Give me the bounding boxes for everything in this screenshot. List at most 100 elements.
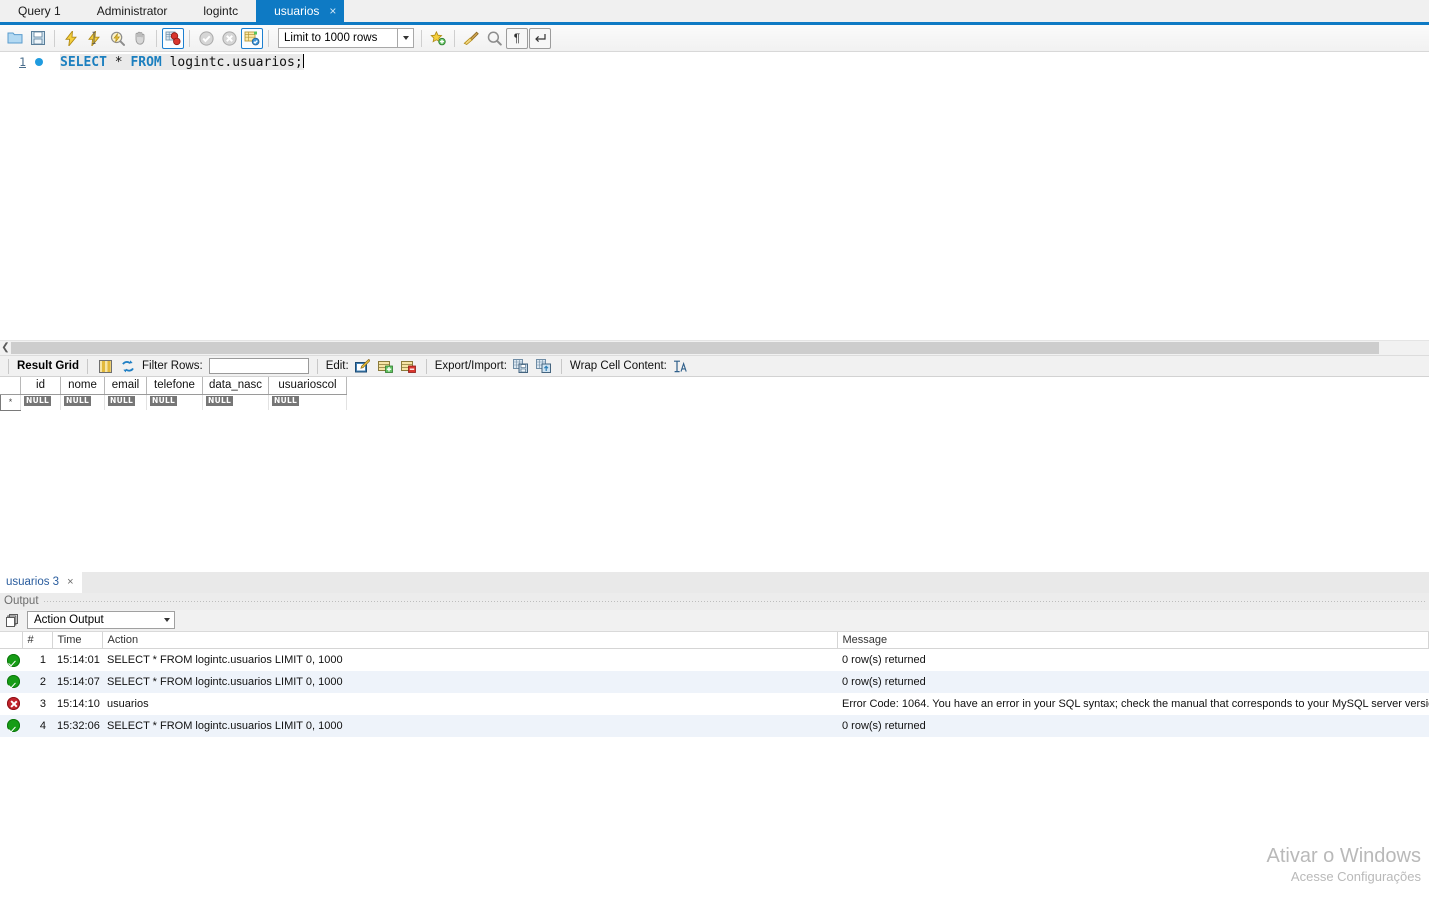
chevron-left-icon[interactable]: ❮ [0, 341, 11, 355]
tab-administrator[interactable]: Administrator [79, 0, 186, 22]
cell-nome[interactable]: NULL [60, 394, 105, 410]
filter-rows-input[interactable] [208, 358, 309, 374]
save-sql-script-button[interactable] [27, 28, 49, 49]
row-status [0, 649, 22, 671]
copy-output-button[interactable] [4, 613, 21, 627]
toolbar-separator [8, 358, 9, 374]
output-tab-label: usuarios 3 [6, 576, 60, 589]
execute-current-statement-button[interactable] [83, 28, 105, 49]
chevron-down-icon[interactable] [164, 618, 170, 623]
error-icon [7, 697, 20, 711]
column-header-id[interactable]: id [20, 377, 61, 395]
column-header-telefone[interactable]: telefone [146, 377, 203, 395]
column-header-usuarioscol[interactable]: usuarioscol [268, 377, 347, 395]
cell-data-nasc[interactable]: NULL [202, 394, 269, 410]
execute-statement-button[interactable] [60, 28, 82, 49]
output-selector-bar: Action Output [0, 609, 1429, 632]
export-recordset-button[interactable] [511, 357, 530, 375]
delete-row-button[interactable] [399, 357, 418, 375]
cell-email[interactable]: NULL [104, 394, 147, 410]
toolbar-separator [156, 29, 157, 47]
null-badge: NULL [108, 396, 136, 407]
import-recordset-button[interactable] [534, 357, 553, 375]
explain-query-button[interactable] [106, 28, 128, 49]
toggle-autocommit-button[interactable] [241, 27, 263, 49]
statement-marker-icon [35, 58, 43, 66]
column-header-nome[interactable]: nome [60, 377, 105, 395]
column-header-status [0, 631, 23, 650]
toolbar-separator [560, 358, 562, 374]
sql-editor-area[interactable]: 1 SELECT * FROM logintc.usuarios; [0, 52, 1429, 340]
limit-rows-select[interactable]: Limit to 1000 rows [278, 28, 398, 48]
sql-keyword-from: FROM [130, 55, 162, 70]
edit-cell-button[interactable] [353, 357, 372, 375]
new-row-marker[interactable]: * [0, 393, 21, 411]
autocommit-icon [244, 31, 260, 45]
table-row[interactable]: * NULL NULL NULL NULL NULL NULL [0, 393, 347, 411]
tab-logintc[interactable]: logintc [185, 0, 256, 22]
row-message: 0 row(s) returned [842, 654, 926, 666]
beautify-sql-button[interactable] [427, 28, 449, 49]
column-header-message[interactable]: Message [837, 631, 1429, 650]
output-type-select[interactable]: Action Output [27, 611, 175, 630]
import-recordset-icon [535, 359, 551, 373]
row-action: SELECT * FROM logintc.usuarios LIMIT 0, … [102, 714, 837, 737]
find-button[interactable] [483, 28, 505, 49]
output-tab-usuarios-3[interactable]: usuarios 3 × [0, 571, 82, 593]
editor-horizontal-scrollbar[interactable]: ❮ [0, 340, 1429, 355]
wrap-cell-content-label: Wrap Cell Content: [569, 360, 667, 372]
sql-keyword-select: SELECT [60, 55, 107, 70]
tab-usuarios[interactable]: usuarios × [256, 0, 345, 22]
cell-id[interactable]: NULL [20, 394, 61, 410]
row-selector-header[interactable] [0, 377, 21, 395]
column-header-time[interactable]: Time [52, 631, 103, 650]
close-icon[interactable]: × [329, 5, 336, 17]
magnifier-bolt-icon [110, 31, 125, 46]
cell-usuarioscol[interactable]: NULL [268, 394, 347, 410]
result-grid[interactable]: id nome email telefone data_nasc usuario… [0, 377, 1429, 571]
row-action: SELECT * FROM logintc.usuarios LIMIT 0, … [107, 654, 343, 666]
sql-star: * [106, 55, 131, 70]
table-row[interactable]: 3 15:14:10 usuarios Error Code: 1064. Yo… [0, 693, 1429, 715]
result-grid-table: id nome email telefone data_nasc usuario… [0, 377, 347, 411]
toggle-stop-on-error-button[interactable] [162, 27, 184, 49]
wrap-cell-content-button[interactable] [671, 357, 690, 375]
table-row[interactable]: 1 15:14:01 SELECT * FROM logintc.usuario… [0, 649, 1429, 671]
asterisk-icon: * [8, 397, 13, 407]
row-time: 15:32:06 [52, 714, 102, 737]
column-header-action[interactable]: Action [102, 631, 838, 650]
success-icon [7, 675, 20, 689]
limit-rows-dropdown-arrow[interactable] [398, 28, 414, 48]
toolbar-separator [268, 29, 269, 47]
null-badge: NULL [150, 396, 178, 407]
table-row[interactable]: 2 15:14:07 SELECT * FROM logintc.usuario… [0, 670, 1429, 693]
cell-telefone[interactable]: NULL [146, 394, 203, 410]
refresh-grid-button[interactable] [119, 357, 138, 375]
editor-tab-strip: Query 1 Administrator logintc usuarios × [0, 0, 1429, 25]
open-sql-script-button[interactable] [4, 28, 26, 49]
rollback-transaction-button[interactable] [218, 28, 240, 49]
edit-label: Edit: [325, 360, 349, 372]
toolbar-separator [425, 358, 427, 374]
column-header-email[interactable]: email [104, 377, 147, 395]
sql-editor-toolbar: Limit to 1000 rows ¶ [0, 25, 1429, 52]
insert-row-button[interactable] [376, 357, 395, 375]
tab-query-1[interactable]: Query 1 [0, 0, 79, 22]
column-header-number[interactable]: # [22, 631, 53, 650]
scrollbar-thumb[interactable] [11, 342, 1379, 354]
wrap-lines-button[interactable] [529, 27, 551, 49]
clear-query-button[interactable] [460, 28, 482, 49]
column-header-data-nasc[interactable]: data_nasc [202, 377, 269, 395]
lightning-bolt-cursor-icon [88, 30, 100, 46]
grid-view-button[interactable] [96, 357, 115, 375]
table-row[interactable]: 4 15:32:06 SELECT * FROM logintc.usuario… [0, 714, 1429, 737]
action-output-grid[interactable]: # Time Action Message 1 15:14:01 SELECT … [0, 631, 1429, 897]
output-label: Output [4, 595, 39, 608]
toolbar-separator [421, 29, 422, 47]
copy-icon [6, 613, 18, 627]
stop-execution-button[interactable] [129, 28, 151, 49]
toolbar-separator [316, 358, 318, 374]
toggle-invisible-chars-button[interactable]: ¶ [506, 27, 528, 49]
close-icon[interactable]: × [67, 576, 73, 588]
commit-transaction-button[interactable] [195, 28, 217, 49]
